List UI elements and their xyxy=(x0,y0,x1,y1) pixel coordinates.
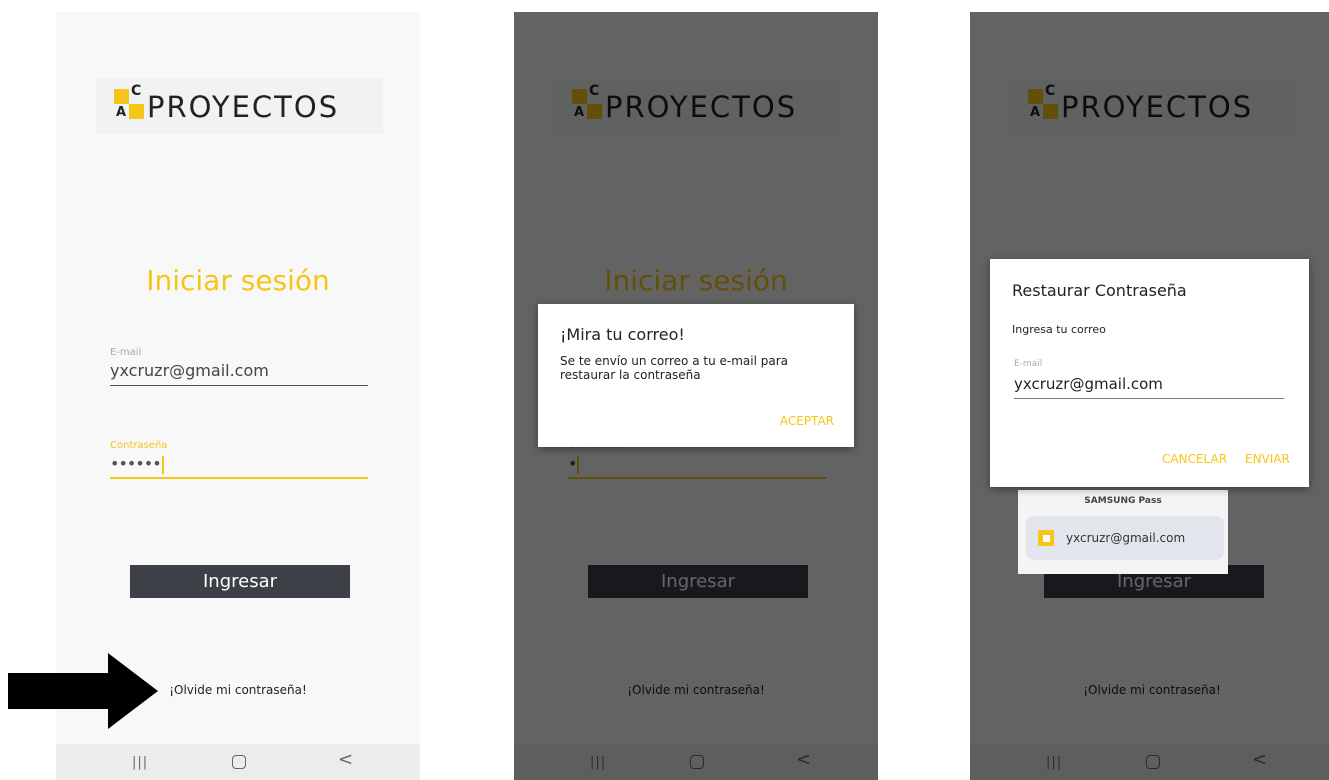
app-logo-icon xyxy=(1038,530,1054,546)
accept-button[interactable]: ACEPTAR xyxy=(780,414,834,428)
restore-email-field[interactable]: E-mail yxcruzr@gmail.com xyxy=(1014,359,1284,399)
logo-letter-c: C xyxy=(131,83,142,99)
restore-email-label: E-mail xyxy=(1014,359,1043,369)
check-mail-screen: C A PROYECTOS Iniciar sesión E-mail yxcr… xyxy=(514,12,878,780)
email-label: E-mail xyxy=(110,347,142,358)
email-field[interactable]: E-mail yxcruzr@gmail.com xyxy=(110,346,368,386)
restore-password-screen: C A PROYECTOS Iniciar sesión E-mail yxcr… xyxy=(970,12,1329,780)
send-button[interactable]: ENVIAR xyxy=(1245,452,1290,466)
email-input[interactable]: yxcruzr@gmail.com xyxy=(110,360,368,386)
arrow-right-icon xyxy=(8,653,158,729)
home-icon[interactable] xyxy=(232,755,246,769)
restore-password-dialog: Restaurar Contraseña Ingresa tu correo E… xyxy=(990,259,1309,487)
recents-icon[interactable]: ||| xyxy=(132,754,148,772)
samsung-pass-popup: SAMSUNG Pass yxcruzr@gmail.com xyxy=(1018,490,1228,574)
account-email: yxcruzr@gmail.com xyxy=(1066,531,1186,545)
samsung-pass-account[interactable]: yxcruzr@gmail.com xyxy=(1026,516,1224,560)
check-mail-dialog: ¡Mira tu correo! Se te envío un correo a… xyxy=(538,304,854,447)
logo-square-top xyxy=(114,89,129,104)
password-dots: •••••• xyxy=(110,454,162,473)
password-input[interactable]: •••••• xyxy=(110,453,368,479)
logo-square-bottom xyxy=(129,104,144,119)
android-nav-bar: ||| < xyxy=(56,744,420,780)
arrow-shape xyxy=(8,653,158,729)
password-field[interactable]: Contraseña •••••• xyxy=(110,439,368,479)
login-button[interactable]: Ingresar xyxy=(130,565,350,598)
dialog-title: ¡Mira tu correo! xyxy=(560,325,685,344)
text-caret xyxy=(161,455,164,474)
samsung-pass-header: SAMSUNG Pass xyxy=(1084,496,1162,506)
logo-letter-a: A xyxy=(116,105,127,120)
dialog-title: Restaurar Contraseña xyxy=(1012,281,1187,300)
back-icon[interactable]: < xyxy=(338,751,353,769)
dialog-message: Se te envío un correo a tu e-mail para r… xyxy=(560,354,788,382)
app-logo: C A PROYECTOS xyxy=(96,78,383,134)
cancel-button[interactable]: CANCELAR xyxy=(1162,452,1227,466)
dialog-subtitle: Ingresa tu correo xyxy=(1012,323,1106,336)
password-label: Contraseña xyxy=(110,440,168,451)
restore-email-input[interactable]: yxcruzr@gmail.com xyxy=(1014,373,1284,399)
login-title: Iniciar sesión xyxy=(146,264,330,297)
logo-text: PROYECTOS xyxy=(147,90,340,124)
